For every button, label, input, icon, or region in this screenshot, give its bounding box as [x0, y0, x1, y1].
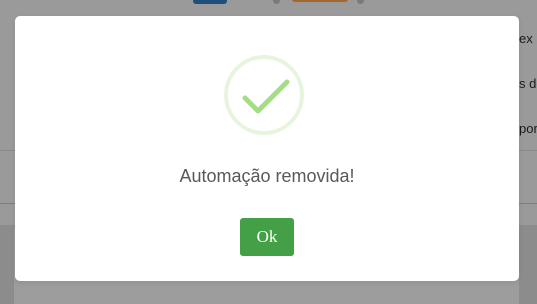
background-text-fragment: por [519, 121, 537, 136]
background-text-fragment: ex [519, 31, 533, 46]
success-alert-modal: Automação removida! Ok [15, 16, 519, 281]
ok-button[interactable]: Ok [240, 218, 294, 256]
modal-message: Automação removida! [179, 166, 355, 186]
background-blue-button [193, 0, 227, 4]
success-check-icon [224, 55, 304, 135]
background-orange-button [292, 0, 348, 2]
background-text-fragment: s de [519, 76, 537, 91]
page: ex s de por Automação removida! Ok [0, 0, 537, 304]
